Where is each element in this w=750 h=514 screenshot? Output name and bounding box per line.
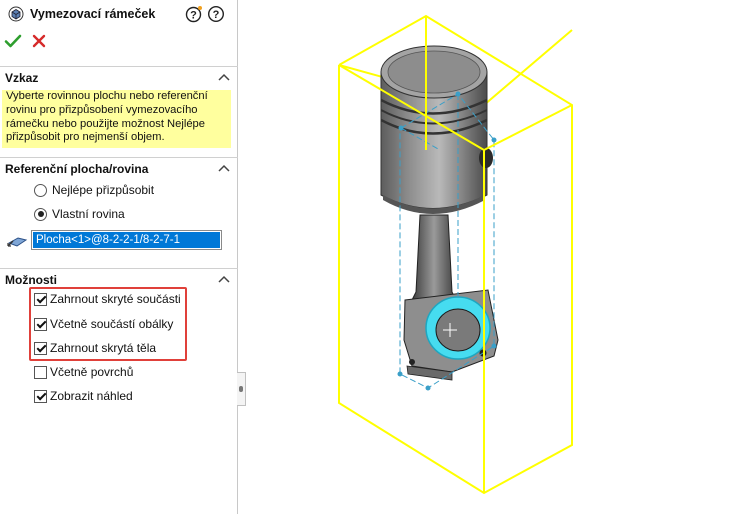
- radio-custom-plane[interactable]: Vlastní rovina: [34, 205, 125, 223]
- help-tips-icon[interactable]: ?: [185, 5, 203, 23]
- callout-highlight-box: [29, 287, 187, 361]
- action-row: [0, 28, 238, 54]
- chevron-up-icon[interactable]: [218, 163, 230, 173]
- checkbox-label: Zobrazit náhled: [50, 389, 133, 403]
- option-show-preview[interactable]: Zobrazit náhled: [34, 387, 133, 405]
- ok-button[interactable]: [4, 32, 22, 50]
- option-include-surfaces[interactable]: Včetně povrchů: [34, 363, 133, 381]
- message-section-header[interactable]: Vzkaz: [0, 66, 238, 88]
- selected-face-item[interactable]: Plocha<1>@8-2-2-1/8-2-7-1: [33, 232, 220, 248]
- radio-label: Nejlépe přizpůsobit: [52, 183, 155, 197]
- svg-text:?: ?: [213, 9, 220, 21]
- panel-title: Vymezovací rámeček: [30, 7, 156, 21]
- bounding-box-feature-icon: [8, 6, 24, 22]
- help-icon[interactable]: ?: [207, 5, 225, 23]
- radio-button[interactable]: [34, 183, 47, 197]
- chevron-up-icon[interactable]: [218, 72, 230, 82]
- radio-button[interactable]: [34, 207, 47, 221]
- options-section-title: Možnosti: [5, 273, 57, 287]
- panel-collapse-handle[interactable]: [237, 372, 246, 406]
- piston-model[interactable]: [380, 45, 493, 214]
- property-manager: Vymezovací rámeček ? ? Vzkaz Vyberte rov…: [0, 0, 238, 514]
- checkbox-label: Včetně povrchů: [50, 365, 134, 379]
- message-text: Vyberte rovinnou plochu nebo referenční …: [2, 90, 231, 148]
- radio-label: Vlastní rovina: [52, 207, 125, 221]
- checkbox[interactable]: [34, 389, 47, 403]
- reference-section-title: Referenční plocha/rovina: [5, 162, 149, 176]
- graphics-viewport[interactable]: [247, 0, 750, 514]
- chevron-up-icon[interactable]: [218, 274, 230, 284]
- grip-icon: [239, 386, 243, 392]
- svg-text:?: ?: [190, 10, 197, 22]
- reference-selection-box[interactable]: Plocha<1>@8-2-2-1/8-2-7-1: [31, 230, 222, 250]
- panel-title-bar: Vymezovací rámeček ? ?: [0, 0, 238, 28]
- checkbox[interactable]: [34, 365, 47, 379]
- model-view[interactable]: [247, 0, 750, 514]
- message-section-title: Vzkaz: [5, 71, 39, 85]
- cancel-button[interactable]: [30, 32, 48, 50]
- reference-section-header[interactable]: Referenční plocha/rovina: [0, 157, 238, 179]
- radio-best-fit[interactable]: Nejlépe přizpůsobit: [34, 181, 154, 199]
- face-selection-icon: [7, 237, 28, 247]
